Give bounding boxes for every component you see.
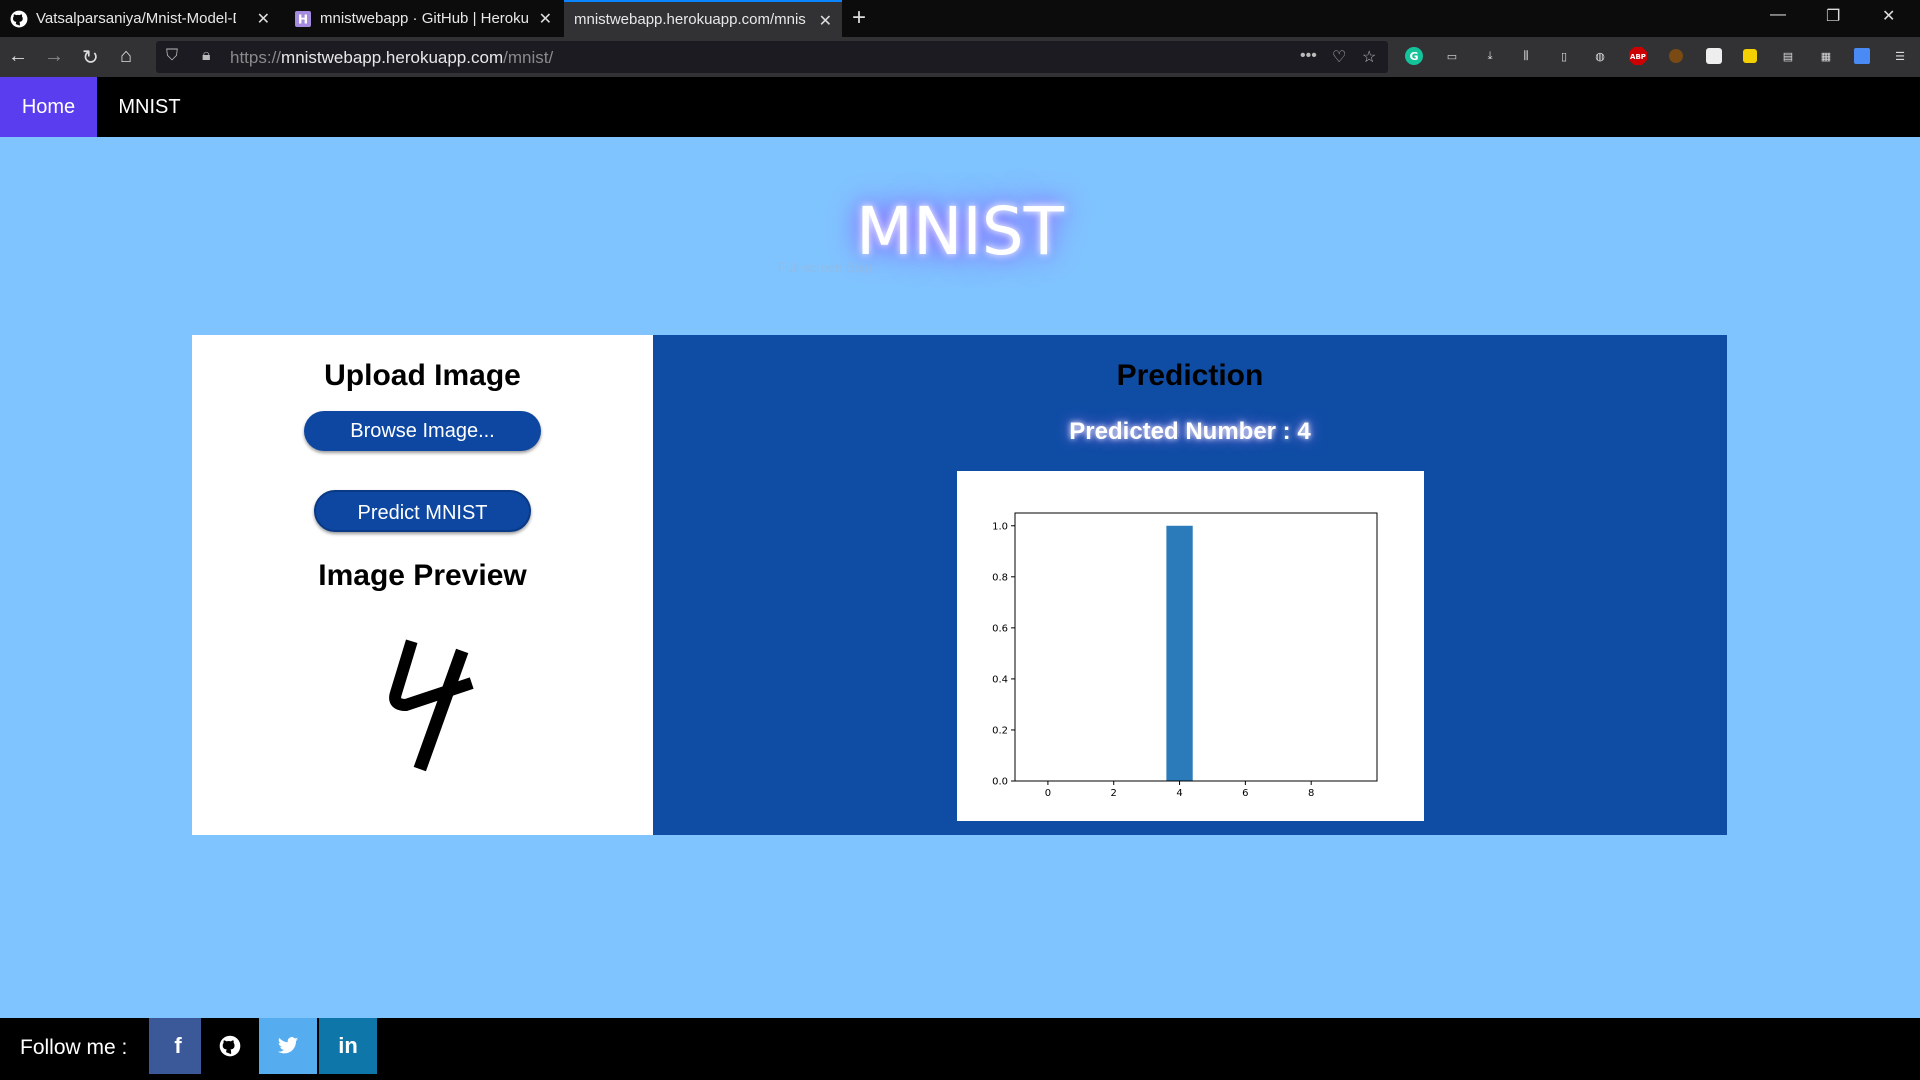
- browser-tab-1[interactable]: Vatsalparsaniya/Mnist-Model-D ✕: [0, 0, 280, 37]
- upload-panel: Upload Image Browse Image... Predict MNI…: [192, 335, 653, 835]
- github-icon: [10, 10, 28, 28]
- close-window-icon[interactable]: ✕: [1882, 6, 1895, 26]
- predicted-number-text: Predicted Number : 4: [1069, 418, 1311, 445]
- prediction-panel: Prediction Predicted Number : 4 0.0 0.2 0.…: [653, 335, 1727, 835]
- menu-icon[interactable]: ☰: [1890, 46, 1910, 66]
- snip-overlay-text: Full-screen Snip: [778, 260, 872, 275]
- translate-icon[interactable]: [1852, 46, 1872, 66]
- linkedin-icon: in: [338, 1033, 358, 1058]
- footer: Follow me : f in: [0, 1018, 1920, 1080]
- chart-plot-frame: [1014, 512, 1378, 782]
- chart-bar: [1166, 525, 1193, 781]
- y-tick-label: 0.8: [992, 572, 1008, 583]
- x-tick-label: 6: [1242, 788, 1248, 799]
- prediction-chart-svg: 0.0 0.2 0.4 0.6 0.8 1.0 0 2 4 6 8: [992, 512, 1378, 799]
- browser-toolbar: ← → ↻ ⌂ ⛉ 🔒︎ https://mnistwebapp.herokua…: [0, 37, 1920, 77]
- linkedin-button[interactable]: in: [319, 1018, 377, 1074]
- hand-icon[interactable]: [1704, 46, 1724, 66]
- close-tab-icon[interactable]: ✕: [539, 9, 552, 29]
- browser-tab-3-active[interactable]: mnistwebapp.herokuapp.com/mnis ✕: [564, 0, 842, 37]
- restore-icon[interactable]: ❐: [1826, 6, 1840, 26]
- reader-icon[interactable]: ▤: [1778, 46, 1798, 66]
- adblock-icon[interactable]: ABP: [1628, 46, 1648, 66]
- upload-heading: Upload Image: [324, 359, 521, 392]
- reload-icon[interactable]: ↻: [82, 45, 99, 70]
- lock-icon[interactable]: 🔒︎: [202, 47, 211, 65]
- forward-icon[interactable]: →: [44, 45, 64, 68]
- svg-text:G: G: [1409, 50, 1418, 63]
- browser-tab-bar: Vatsalparsaniya/Mnist-Model-D ✕ H mnistw…: [0, 0, 1920, 37]
- facebook-button[interactable]: f: [149, 1018, 207, 1074]
- globe-icon[interactable]: ◍: [1590, 46, 1610, 66]
- url-path: /mnist/: [503, 48, 554, 67]
- shield-icon[interactable]: ⛉: [166, 47, 178, 65]
- follow-me-label: Follow me :: [20, 1036, 128, 1059]
- url-text[interactable]: https://mnistwebapp.herokuapp.com/mnist/: [230, 48, 553, 68]
- x-tick-label: 4: [1176, 788, 1182, 799]
- prediction-chart: 0.0 0.2 0.4 0.6 0.8 1.0 0 2 4 6 8: [957, 471, 1424, 821]
- url-host: mnistwebapp.herokuapp.com: [281, 48, 504, 67]
- x-tick-label: 0: [1045, 788, 1051, 799]
- notes-icon[interactable]: [1740, 46, 1760, 66]
- x-tick-label: 2: [1111, 788, 1117, 799]
- y-tick-label: 0.6: [992, 623, 1008, 634]
- url-scheme: https://: [230, 48, 282, 67]
- prediction-heading: Prediction: [1116, 359, 1264, 392]
- bookmark-star-icon[interactable]: ☆: [1362, 47, 1376, 67]
- predict-mnist-button[interactable]: Predict MNIST: [314, 490, 531, 532]
- twitter-button[interactable]: [259, 1018, 317, 1074]
- extension-icon[interactable]: [1666, 46, 1686, 66]
- image-preview: [362, 635, 482, 780]
- svg-text:ABP: ABP: [1630, 53, 1646, 61]
- y-tick-label: 0.2: [992, 725, 1008, 736]
- y-tick-label: 0.4: [992, 674, 1008, 685]
- digit-preview-image: [389, 639, 474, 772]
- more-actions-icon[interactable]: •••: [1300, 47, 1317, 65]
- tab-title: mnistwebapp · GitHub | Heroku: [320, 10, 529, 27]
- url-bar[interactable]: ⛉ 🔒︎ https://mnistwebapp.herokuapp.com/m…: [156, 41, 1388, 73]
- sidebar-icon[interactable]: ▯: [1554, 46, 1574, 66]
- x-tick-label: 8: [1308, 788, 1314, 799]
- folder-icon[interactable]: ▭: [1442, 46, 1462, 66]
- page-title: MNIST: [856, 193, 1064, 270]
- github-button[interactable]: [201, 1018, 259, 1074]
- heroku-icon: H: [294, 10, 312, 28]
- library-icon[interactable]: ⫼: [1516, 46, 1536, 66]
- download-icon[interactable]: ⤓: [1480, 46, 1500, 66]
- site-navbar: Home MNIST: [0, 77, 1920, 137]
- nav-mnist-link[interactable]: MNIST: [97, 77, 202, 137]
- browse-image-button[interactable]: Browse Image...: [304, 411, 541, 451]
- facebook-icon: f: [174, 1033, 182, 1058]
- grammarly-icon[interactable]: G: [1404, 46, 1424, 66]
- minimize-icon[interactable]: —: [1770, 6, 1786, 24]
- nav-home-link[interactable]: Home: [0, 77, 97, 137]
- close-tab-icon[interactable]: ✕: [819, 11, 832, 31]
- y-tick-label: 1.0: [992, 521, 1008, 532]
- browser-tab-2[interactable]: H mnistwebapp · GitHub | Heroku ✕: [284, 0, 562, 37]
- image-preview-heading: Image Preview: [318, 559, 527, 592]
- tab-title: mnistwebapp.herokuapp.com/mnis: [574, 11, 806, 28]
- tab-title: Vatsalparsaniya/Mnist-Model-D: [36, 10, 236, 27]
- svg-text:H: H: [298, 12, 308, 26]
- apps-grid-icon[interactable]: ▦: [1816, 46, 1836, 66]
- new-tab-icon[interactable]: +: [852, 4, 866, 32]
- twitter-icon: [277, 1037, 299, 1054]
- back-icon[interactable]: ←: [8, 45, 28, 68]
- y-tick-label: 0.0: [992, 777, 1008, 788]
- home-icon[interactable]: ⌂: [120, 45, 132, 68]
- pocket-icon[interactable]: ♡: [1332, 47, 1346, 67]
- github-icon: [219, 1035, 241, 1057]
- close-tab-icon[interactable]: ✕: [257, 9, 270, 29]
